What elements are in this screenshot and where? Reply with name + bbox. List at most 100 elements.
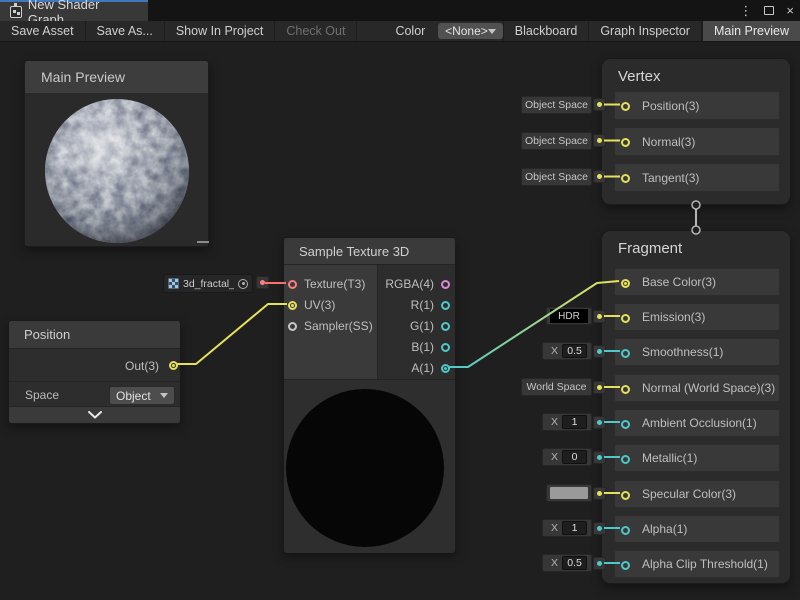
metallic-value[interactable]: 0: [562, 450, 587, 464]
position-space-pill[interactable]: Object Space: [521, 96, 592, 114]
metallic-port[interactable]: [621, 455, 630, 464]
g-label: G(1): [410, 319, 434, 333]
node-expander[interactable]: [9, 406, 180, 423]
alpha-default-field[interactable]: X 1: [542, 519, 592, 537]
emission-hdr-field[interactable]: HDR: [546, 307, 592, 325]
specular-color-swatch[interactable]: [550, 487, 588, 499]
normal-space-pill-label: Object Space: [525, 135, 588, 147]
alpha-x-label: X: [551, 522, 558, 534]
metallic-x-label: X: [551, 451, 558, 463]
sampler-port[interactable]: [288, 322, 297, 331]
tangent-input-port[interactable]: [621, 174, 630, 183]
emission-label: Emission(3): [642, 310, 705, 324]
kebab-menu-icon[interactable]: ⋮: [739, 0, 752, 21]
tangent-space-pill-label: Object Space: [525, 171, 588, 183]
window-controls: ⋮ ×: [739, 0, 794, 21]
tangent-input-label: Tangent(3): [642, 171, 699, 185]
normal-space-pill[interactable]: Object Space: [521, 132, 592, 150]
connector-bottom-knob[interactable]: [692, 226, 700, 234]
alpha-clip-x-label: X: [551, 557, 558, 569]
ambient-occlusion-port[interactable]: [621, 420, 630, 429]
object-picker-icon[interactable]: [238, 279, 248, 289]
normal-input-port[interactable]: [621, 138, 630, 147]
check-out-button: Check Out: [275, 21, 357, 41]
position-node-header[interactable]: Position: [9, 321, 180, 349]
emission-port[interactable]: [621, 314, 630, 323]
save-as-button[interactable]: Save As...: [86, 21, 165, 41]
position-node[interactable]: Position Out(3) Space Object: [8, 320, 181, 424]
alpha-clip-default-field[interactable]: X 0.5: [542, 554, 592, 572]
shader-graph-window: { "window": { "tab_title": "New Shader G…: [0, 0, 800, 600]
connector-top-knob[interactable]: [692, 201, 700, 209]
normal-ws-port[interactable]: [621, 385, 630, 394]
sample-texture-3d-header[interactable]: Sample Texture 3D: [284, 238, 455, 265]
fragment-row-alpha-clip: Alpha Clip Threshold(1): [614, 550, 780, 578]
texture-t3-port[interactable]: [288, 280, 297, 289]
sample-texture-3d-title: Sample Texture 3D: [299, 244, 409, 259]
maximize-icon[interactable]: [764, 6, 774, 15]
normal-ws-space-pill[interactable]: World Space: [521, 378, 592, 396]
ambient-occlusion-default-field[interactable]: X 1: [542, 413, 592, 431]
alpha-clip-port[interactable]: [621, 561, 630, 570]
save-asset-button[interactable]: Save Asset: [0, 21, 86, 41]
color-mode-value: <None>: [445, 24, 488, 38]
main-preview-header[interactable]: Main Preview: [25, 61, 208, 94]
tangent-space-pill[interactable]: Object Space: [521, 168, 592, 186]
ambient-occlusion-label: Ambient Occlusion(1): [642, 416, 757, 430]
position-space-pill-label: Object Space: [525, 99, 588, 111]
chevron-down-icon: [160, 393, 168, 398]
graph-inspector-toggle-button[interactable]: Graph Inspector: [589, 21, 702, 41]
alpha-port[interactable]: [621, 526, 630, 535]
main-preview-panel[interactable]: Main Preview: [24, 60, 209, 247]
alpha-clip-value[interactable]: 0.5: [562, 556, 587, 570]
vertex-node[interactable]: Vertex Position(3) Normal(3) Tangent(3): [601, 58, 791, 205]
texture3d-asset-icon: [168, 278, 179, 289]
ao-x-label: X: [551, 416, 558, 428]
show-in-project-button[interactable]: Show In Project: [165, 21, 276, 41]
metallic-label: Metallic(1): [642, 451, 697, 465]
texture-asset-name: 3d_fractal_n: [183, 278, 234, 290]
tab-new-shader-graph[interactable]: New Shader Graph: [0, 0, 148, 21]
fragment-node[interactable]: Fragment Base Color(3) Emission(3) Smoot…: [601, 230, 791, 584]
vertex-node-title: Vertex: [618, 68, 661, 85]
close-icon[interactable]: ×: [786, 0, 794, 21]
space-dropdown[interactable]: Object: [109, 386, 175, 405]
alpha-value[interactable]: 1: [562, 521, 587, 535]
blackboard-toggle-button[interactable]: Blackboard: [503, 21, 590, 41]
chevron-down-icon: [488, 29, 496, 34]
color-mode-dropdown[interactable]: <None>: [438, 23, 503, 39]
smoothness-default-field[interactable]: X 0.5: [542, 342, 592, 360]
position-node-title: Position: [24, 327, 70, 342]
toolbar: Save Asset Save As... Show In Project Ch…: [0, 21, 800, 42]
uv-label: UV(3): [304, 298, 335, 312]
fragment-row-base-color: Base Color(3): [614, 268, 780, 296]
fragment-node-title: Fragment: [618, 240, 682, 257]
base-color-port[interactable]: [621, 279, 630, 288]
main-preview-toggle-button[interactable]: Main Preview: [702, 21, 800, 41]
hdr-color-swatch[interactable]: HDR: [550, 309, 588, 323]
color-mode-label: Color Mode: [387, 21, 438, 41]
specular-color-port[interactable]: [621, 491, 630, 500]
uv-port[interactable]: [288, 301, 297, 310]
ao-value[interactable]: 1: [562, 415, 587, 429]
rgba-label: RGBA(4): [385, 277, 434, 291]
rgba-port[interactable]: [441, 280, 450, 289]
texture-object-field[interactable]: 3d_fractal_n: [163, 274, 253, 293]
smoothness-value[interactable]: 0.5: [562, 344, 587, 358]
specular-color-label: Specular Color(3): [642, 487, 736, 501]
sample-texture-3d-node[interactable]: Sample Texture 3D Texture(T3) UV(3) Samp…: [283, 237, 456, 553]
smoothness-label: Smoothness(1): [642, 345, 723, 359]
position-input-port[interactable]: [621, 102, 630, 111]
metallic-default-field[interactable]: X 0: [542, 448, 592, 466]
space-label: Space: [25, 388, 59, 402]
normal-input-label: Normal(3): [642, 135, 695, 149]
smoothness-port[interactable]: [621, 349, 630, 358]
a-label: A(1): [411, 361, 434, 375]
g-port[interactable]: [441, 322, 450, 331]
b-port[interactable]: [441, 343, 450, 352]
shader-graph-asset-icon: [10, 6, 22, 18]
r-port[interactable]: [441, 301, 450, 310]
specular-color-field[interactable]: [546, 484, 592, 502]
panel-resize-handle[interactable]: [197, 241, 209, 243]
fragment-row-smoothness: Smoothness(1): [614, 338, 780, 366]
